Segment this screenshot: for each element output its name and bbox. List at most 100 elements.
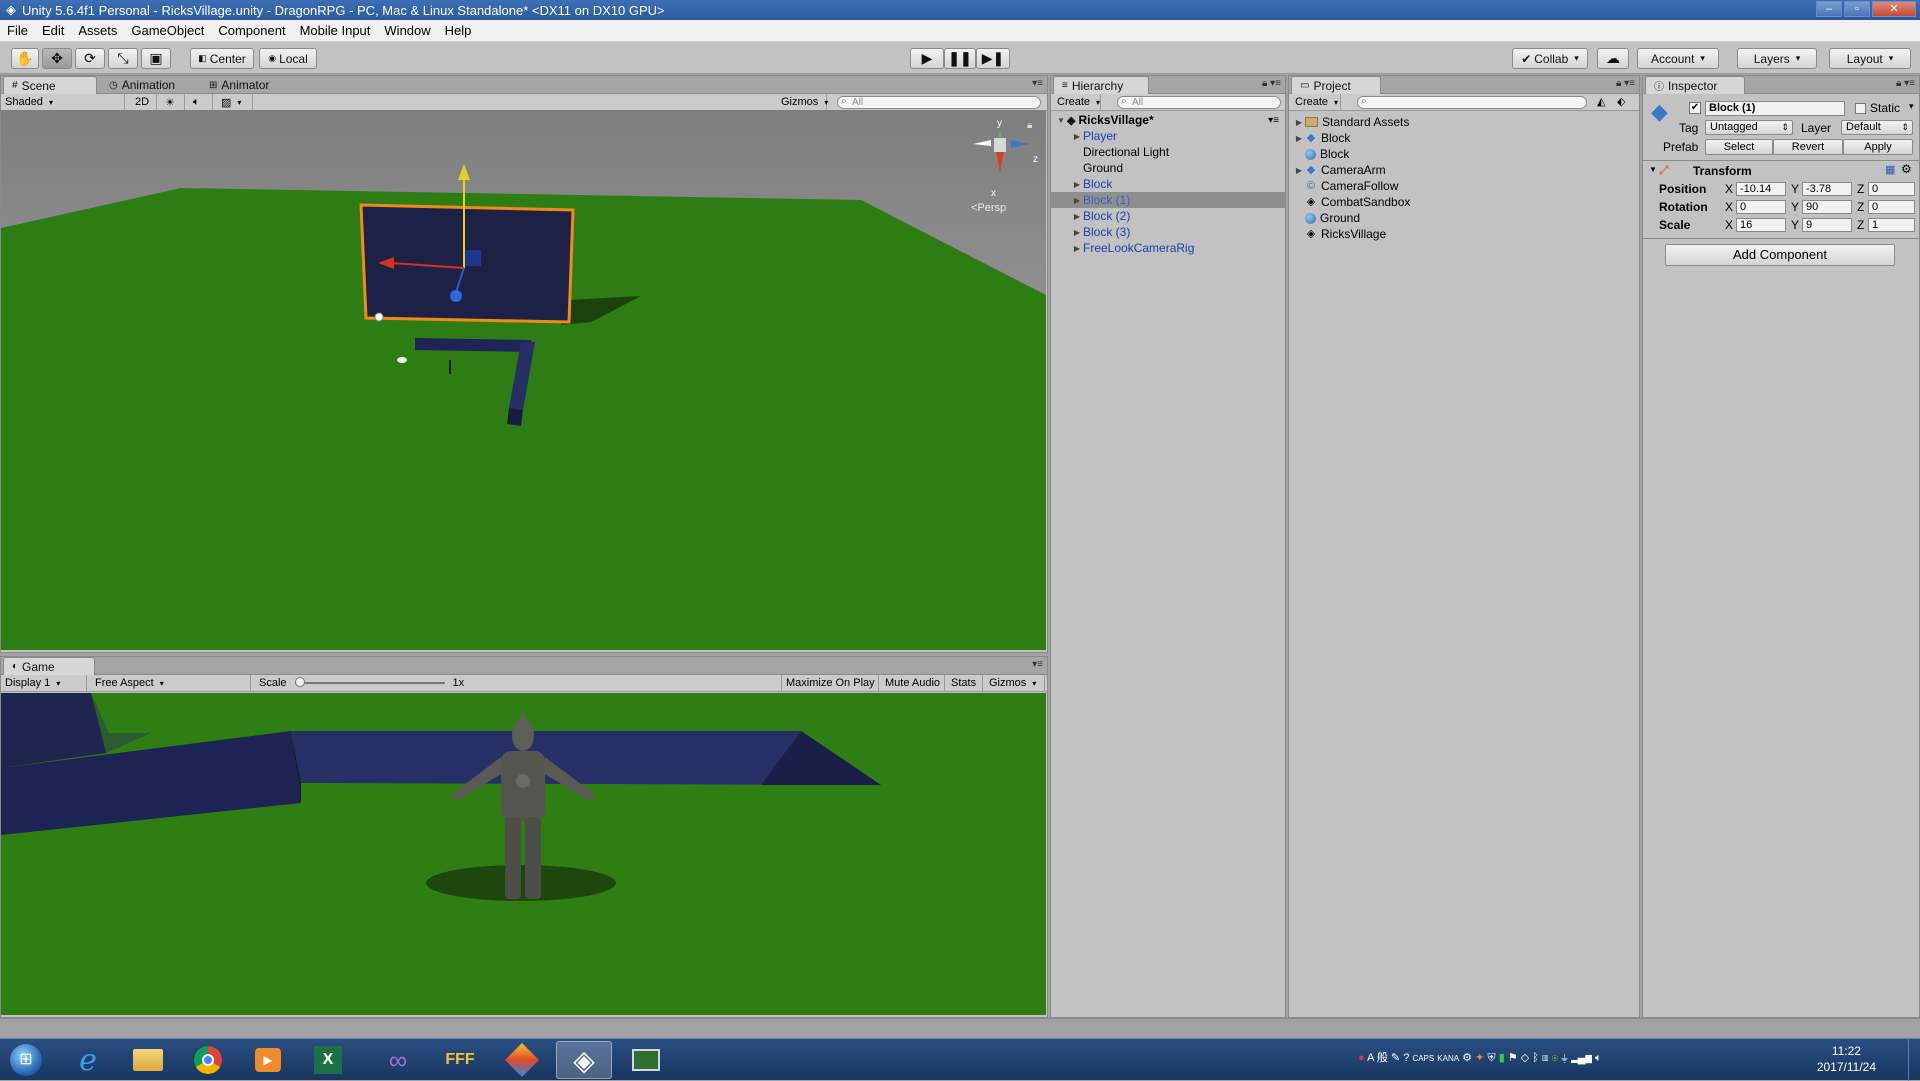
rotation-y-field[interactable]: 90 xyxy=(1802,200,1852,214)
hierarchy-create-dropdown[interactable]: Create xyxy=(1053,94,1101,110)
mute-audio-toggle[interactable]: Mute Audio xyxy=(881,675,945,691)
position-y-field[interactable]: -3.78 xyxy=(1802,182,1852,196)
prefab-apply-button[interactable]: Apply xyxy=(1843,139,1913,155)
panel-menu-icon[interactable]: ▾≡ xyxy=(1032,78,1043,89)
settings-gear-icon[interactable]: ⚙ xyxy=(1901,162,1912,176)
game-viewport[interactable] xyxy=(1,693,1046,1015)
menu-assets[interactable]: Assets xyxy=(71,23,124,38)
expand-arrow-icon[interactable]: ▶ xyxy=(1071,244,1083,253)
audio-toggle[interactable]: 🔈︎ xyxy=(189,94,213,110)
mode-2d-toggle[interactable]: 2D xyxy=(131,94,157,110)
menu-file[interactable]: File xyxy=(0,23,35,38)
taskbar-media[interactable]: ▶ xyxy=(240,1041,296,1079)
hierarchy-item-block[interactable]: ▶ Block xyxy=(1051,176,1285,192)
expand-arrow-icon[interactable]: ▶ xyxy=(1071,180,1083,189)
tray-ime-tool-icon[interactable]: ✎ xyxy=(1391,1052,1400,1064)
taskbar-visual-studio[interactable]: ∞ xyxy=(370,1041,426,1079)
help-book-icon[interactable]: ▦ xyxy=(1885,163,1895,176)
inspector-menu-icon[interactable]: 🔒︎ ▾≡ xyxy=(1896,78,1915,89)
scale-z-field[interactable]: 1 xyxy=(1868,218,1915,232)
taskbar-paint[interactable] xyxy=(494,1041,550,1079)
add-component-button[interactable]: Add Component xyxy=(1665,244,1895,266)
project-item-camerafollow[interactable]: © CameraFollow xyxy=(1289,178,1639,194)
tab-inspector[interactable]: ⓘ Inspector xyxy=(1645,76,1745,94)
collapse-arrow-icon[interactable]: ▼ xyxy=(1055,116,1067,125)
slider-track[interactable] xyxy=(294,677,445,687)
hierarchy-search-input[interactable]: All xyxy=(1117,96,1281,109)
gizmos-dropdown[interactable]: Gizmos xyxy=(777,94,827,110)
system-clock[interactable]: 11:22 2017/11/24 xyxy=(1817,1043,1876,1075)
pivot-local-toggle[interactable]: ◉ Local xyxy=(259,48,317,69)
cloud-button[interactable]: ☁ xyxy=(1597,48,1629,69)
active-checkbox[interactable]: ✔ xyxy=(1689,102,1701,114)
start-button[interactable]: ⊞ xyxy=(0,1041,52,1079)
tab-scene[interactable]: # Scene xyxy=(3,76,97,94)
tab-hierarchy[interactable]: ≡ Hierarchy xyxy=(1053,76,1149,94)
menu-edit[interactable]: Edit xyxy=(35,23,71,38)
menu-component[interactable]: Component xyxy=(211,23,292,38)
maximize-button[interactable]: ▫ xyxy=(1844,1,1870,17)
project-item-combatsandbox[interactable]: ◈ CombatSandbox xyxy=(1289,194,1639,210)
layout-dropdown[interactable]: Layout xyxy=(1829,48,1911,69)
scene-search-input[interactable]: All xyxy=(837,96,1041,109)
project-item-block-material[interactable]: Block xyxy=(1289,146,1639,162)
lock-icon[interactable]: 🔒︎ xyxy=(1027,120,1032,131)
tray-nvidia-icon[interactable]: ◉ xyxy=(1552,1052,1559,1064)
hierarchy-item-ground[interactable]: Ground xyxy=(1051,160,1285,176)
expand-arrow-icon[interactable]: ▶ xyxy=(1071,132,1083,141)
scale-y-field[interactable]: 9 xyxy=(1802,218,1852,232)
move-tool-button[interactable]: ✥ xyxy=(42,48,72,69)
tray-flag-icon[interactable]: ⚑ xyxy=(1508,1052,1518,1064)
menu-window[interactable]: Window xyxy=(377,23,437,38)
pause-button[interactable]: ❚❚ xyxy=(944,48,976,69)
tray-bluetooth-icon[interactable]: ᛒ xyxy=(1532,1052,1539,1064)
tray-network-icon[interactable]: ▥ xyxy=(1542,1052,1549,1064)
position-x-field[interactable]: -10.14 xyxy=(1736,182,1786,196)
tray-dropbox-icon[interactable]: ◇ xyxy=(1521,1052,1529,1064)
tag-dropdown[interactable]: Untagged xyxy=(1705,120,1793,135)
stats-toggle[interactable]: Stats xyxy=(947,675,983,691)
display-dropdown[interactable]: Display 1 xyxy=(1,675,87,691)
project-item-block-prefab[interactable]: ▶ ◆ Block xyxy=(1289,130,1639,146)
taskbar-ie[interactable]: e xyxy=(60,1041,116,1079)
menu-help[interactable]: Help xyxy=(438,23,479,38)
slider-thumb[interactable] xyxy=(294,677,305,687)
scale-tool-button[interactable]: ⤡ xyxy=(108,48,138,69)
filter-type-icon[interactable]: ◭ xyxy=(1597,95,1605,108)
hierarchy-item-block-2[interactable]: ▶ Block (2) xyxy=(1051,208,1285,224)
hierarchy-item-freelookcamerarig[interactable]: ▶ FreeLookCameraRig xyxy=(1051,240,1285,256)
expand-arrow-icon[interactable]: ▶ xyxy=(1293,118,1305,127)
prefab-select-button[interactable]: Select xyxy=(1705,139,1773,155)
taskbar-chrome[interactable] xyxy=(180,1041,236,1079)
minimize-button[interactable]: – xyxy=(1816,1,1842,17)
tray-ime-kanji[interactable]: 般 xyxy=(1377,1052,1388,1064)
collab-dropdown[interactable]: ✔ Collab xyxy=(1512,48,1588,69)
taskbar-excel[interactable]: X xyxy=(300,1041,356,1079)
rotate-tool-button[interactable]: ⟳ xyxy=(75,48,105,69)
hierarchy-item-block-3[interactable]: ▶ Block (3) xyxy=(1051,224,1285,240)
layer-dropdown[interactable]: Default xyxy=(1841,120,1913,135)
tray-help-icon[interactable]: ? xyxy=(1403,1052,1409,1064)
hierarchy-item-player[interactable]: ▶ Player xyxy=(1051,128,1285,144)
prefab-revert-button[interactable]: Revert xyxy=(1773,139,1843,155)
tray-usb-icon[interactable]: ⏚ xyxy=(1561,1052,1568,1064)
project-item-cameraarm[interactable]: ▶ ◆ CameraArm xyxy=(1289,162,1639,178)
tray-alert-icon[interactable]: ● xyxy=(1358,1052,1365,1064)
layers-dropdown[interactable]: Layers xyxy=(1737,48,1817,69)
project-item-ricksvillage[interactable]: ◈ RicksVillage xyxy=(1289,226,1639,242)
hand-tool-button[interactable]: ✋ xyxy=(11,48,39,69)
hierarchy-item-directional-light[interactable]: Directional Light xyxy=(1051,144,1285,160)
hierarchy-menu-icon[interactable]: 🔒︎ ▾≡ xyxy=(1262,78,1281,89)
tray-ime-a[interactable]: A xyxy=(1367,1052,1374,1064)
project-create-dropdown[interactable]: Create xyxy=(1291,94,1341,110)
shading-mode-dropdown[interactable]: Shaded xyxy=(1,94,125,110)
tray-tool-icon[interactable]: ✦ xyxy=(1475,1052,1484,1064)
expand-arrow-icon[interactable]: ▶ xyxy=(1071,212,1083,221)
object-name-field[interactable]: Block (1) xyxy=(1705,101,1845,116)
game-gizmos-dropdown[interactable]: Gizmos xyxy=(985,675,1045,691)
expand-arrow-icon[interactable]: ▶ xyxy=(1071,196,1083,205)
taskbar-unity[interactable]: ◈ xyxy=(556,1041,612,1079)
taskbar-monitor[interactable] xyxy=(618,1041,674,1079)
scale-x-field[interactable]: 16 xyxy=(1736,218,1786,232)
tab-project[interactable]: ▭ Project xyxy=(1291,76,1381,94)
